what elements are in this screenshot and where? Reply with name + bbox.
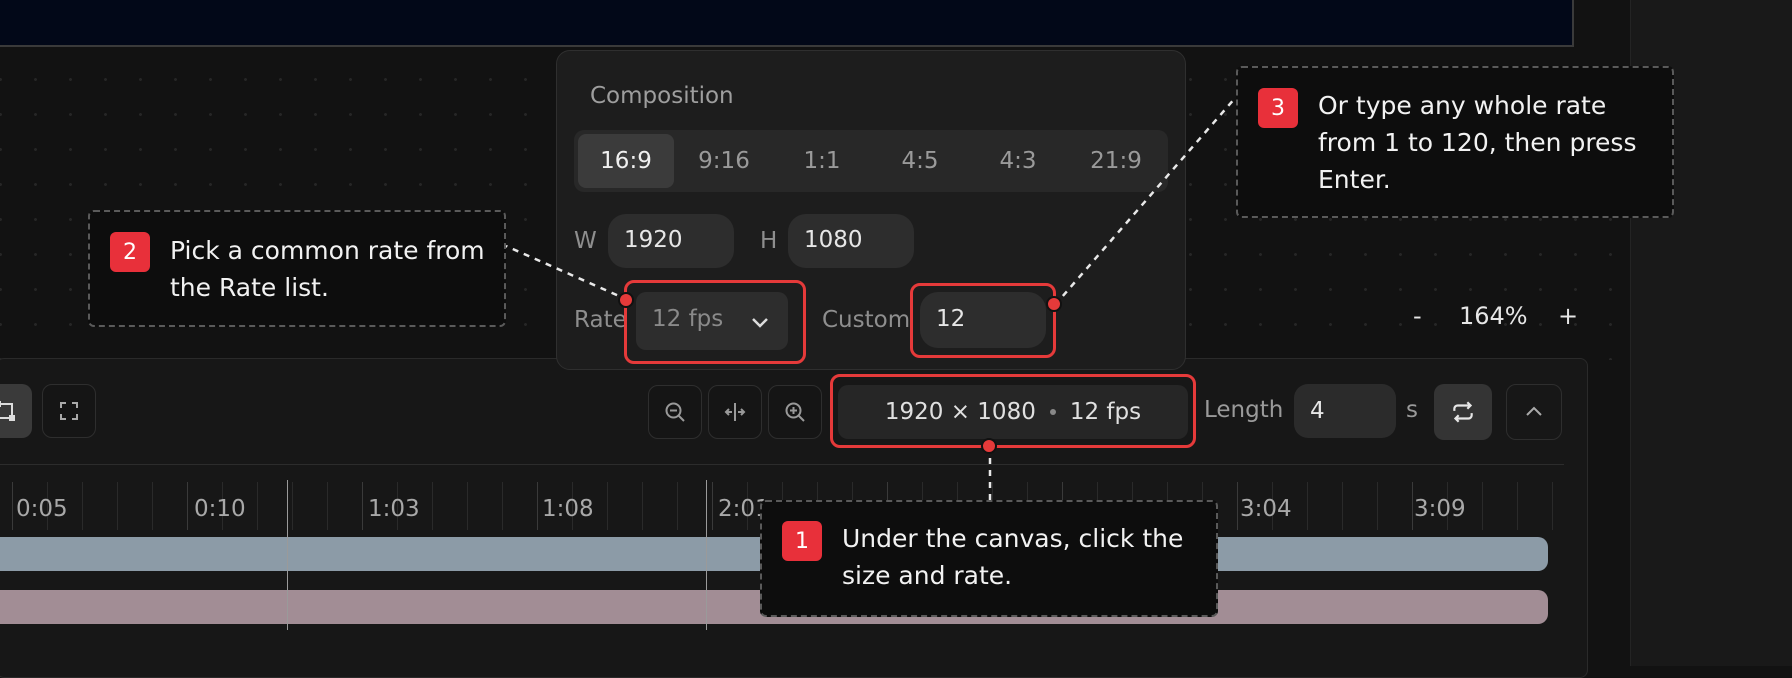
callout-3-badge: 3: [1258, 88, 1298, 128]
callout-2-text: Pick a common rate from the Rate list.: [170, 236, 485, 302]
connector-dot: [981, 438, 997, 454]
callout-1-text: Under the canvas, click the size and rat…: [842, 524, 1184, 590]
callout-3-text: Or type any whole rate from 1 to 120, th…: [1318, 91, 1637, 194]
connector-dot: [618, 292, 634, 308]
callout-1-badge: 1: [782, 521, 822, 561]
callout-2: 2 Pick a common rate from the Rate list.: [88, 210, 506, 327]
callout-1: 1 Under the canvas, click the size and r…: [760, 500, 1218, 617]
connector-dot: [1046, 296, 1062, 312]
callout-3: 3 Or type any whole rate from 1 to 120, …: [1236, 66, 1674, 218]
callout-2-badge: 2: [110, 232, 150, 272]
